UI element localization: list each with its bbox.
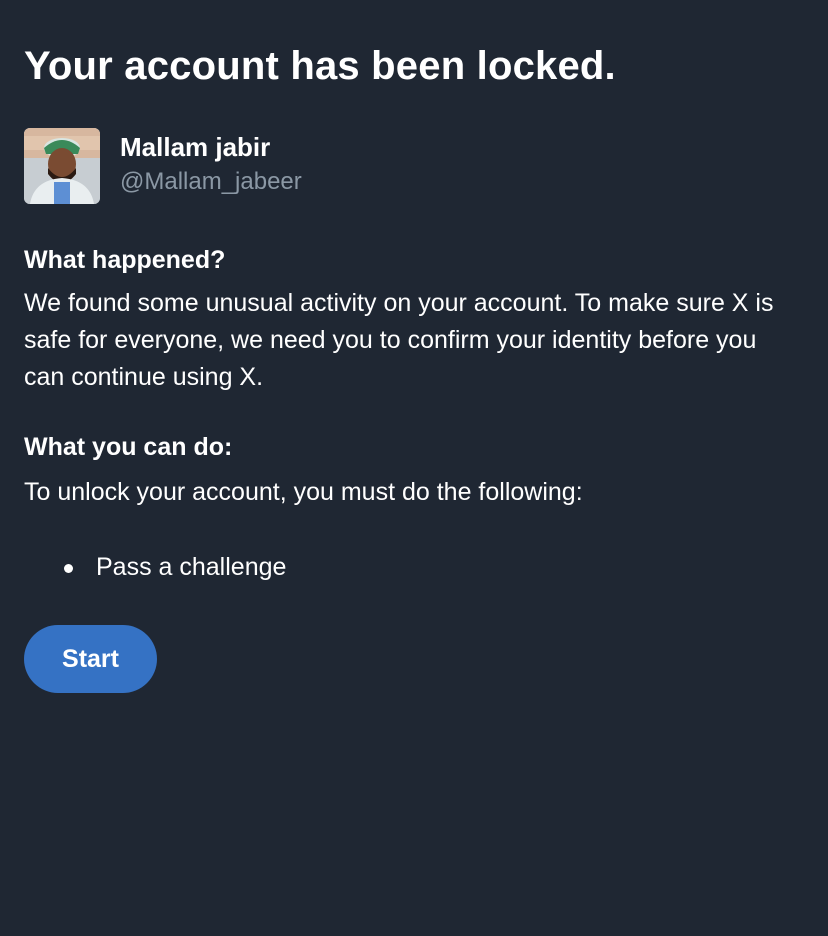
what-happened-text: We found some unusual activity on your a… bbox=[24, 289, 774, 391]
avatar-photo-icon bbox=[24, 128, 100, 204]
user-handle: @Mallam_jabeer bbox=[120, 168, 302, 195]
what-you-can-do-heading: What you can do: bbox=[24, 433, 233, 461]
step-label: Pass a challenge bbox=[96, 553, 287, 581]
what-happened-heading: What happened? bbox=[24, 246, 226, 274]
steps-list: Pass a challenge bbox=[24, 549, 286, 586]
profile-card: Mallam jabir @Mallam_jabeer bbox=[24, 128, 624, 206]
page-title: Your account has been locked. bbox=[24, 44, 616, 88]
list-item: Pass a challenge bbox=[24, 549, 286, 586]
bullet-icon bbox=[64, 564, 73, 573]
what-you-can-do-text: To unlock your account, you must do the … bbox=[24, 478, 583, 506]
avatar bbox=[24, 128, 100, 204]
display-name: Mallam jabir bbox=[120, 132, 271, 162]
start-button[interactable]: Start bbox=[24, 625, 157, 693]
